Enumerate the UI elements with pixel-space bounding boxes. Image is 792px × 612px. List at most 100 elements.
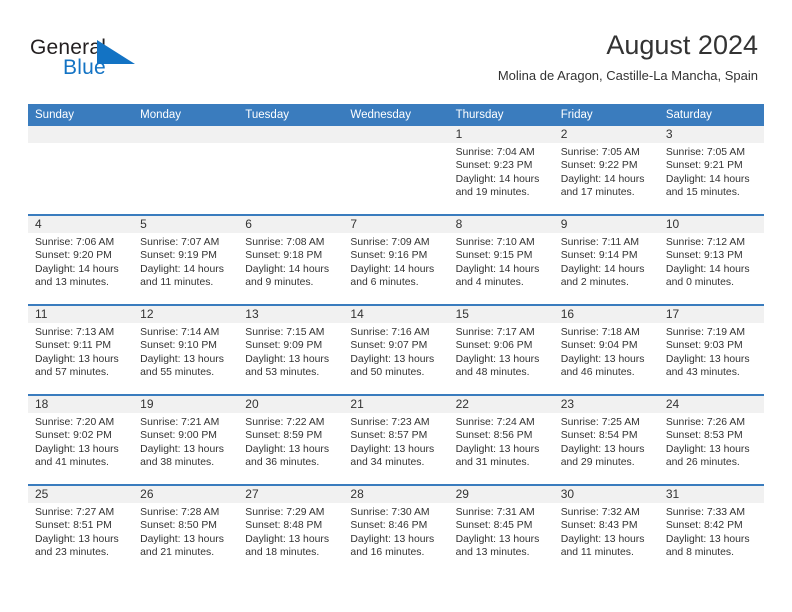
daylight-text: Daylight: 13 hours and 13 minutes. <box>455 533 540 559</box>
daylight-text: Daylight: 14 hours and 17 minutes. <box>560 173 645 199</box>
daylight-text: Daylight: 13 hours and 48 minutes. <box>455 353 540 379</box>
calendar-day-cell[interactable]: 10 Sunrise: 7:12 AM Sunset: 9:13 PM Dayligh… <box>658 216 764 304</box>
calendar-day-cell[interactable]: 13 Sunrise: 7:15 AM Sunset: 9:09 PM Dayligh… <box>238 306 344 394</box>
day-sun-info: Sunrise: 7:25 AM Sunset: 8:54 PM Daylight:… <box>554 413 659 470</box>
day-sun-info: Sunrise: 7:20 AM Sunset: 9:02 PM Daylight:… <box>28 413 133 470</box>
daylight-text: Daylight: 14 hours and 11 minutes. <box>140 263 224 289</box>
day-number: 8 <box>448 216 554 233</box>
day-number: 3 <box>658 126 764 143</box>
daylight-text: Daylight: 13 hours and 57 minutes. <box>35 353 119 379</box>
calendar-day-cell[interactable]: 19 Sunrise: 7:21 AM Sunset: 9:00 PM Dayligh… <box>133 396 239 484</box>
daylight-text: Daylight: 14 hours and 13 minutes. <box>35 263 119 289</box>
daylight-text: Daylight: 14 hours and 2 minutes. <box>560 263 645 289</box>
calendar-grid: Sunday Monday Tuesday Wednesday Thursday Frid… <box>28 104 764 574</box>
day-number: 22 <box>448 396 554 413</box>
day-number: 23 <box>553 396 659 413</box>
weekday-header-friday: Friday <box>560 109 593 121</box>
calendar-day-cell[interactable]: 25 Sunrise: 7:27 AM Sunset: 8:51 PM Dayligh… <box>28 486 134 574</box>
sunset-text: Sunset: 8:50 PM <box>140 520 217 532</box>
day-number <box>28 126 134 143</box>
day-number: 11 <box>28 306 134 323</box>
calendar-day-cell[interactable]: 30 Sunrise: 7:32 AM Sunset: 8:43 PM Dayligh… <box>553 486 659 574</box>
daylight-text: Daylight: 13 hours and 11 minutes. <box>560 533 645 559</box>
sunset-text: Sunset: 9:06 PM <box>455 340 533 352</box>
day-sun-info: Sunrise: 7:06 AM Sunset: 9:20 PM Daylight:… <box>28 233 133 290</box>
sunset-text: Sunset: 9:20 PM <box>35 250 112 262</box>
day-sun-info: Sunrise: 7:17 AM Sunset: 9:06 PM Daylight:… <box>449 323 554 380</box>
calendar-day-cell[interactable]: 22 Sunrise: 7:24 AM Sunset: 8:56 PM Dayligh… <box>448 396 554 484</box>
sunset-text: Sunset: 9:15 PM <box>455 250 533 262</box>
day-number: 26 <box>133 486 239 503</box>
calendar-day-cell[interactable]: 9 Sunrise: 7:11 AM Sunset: 9:14 PM Daylight… <box>553 216 659 304</box>
calendar-day-cell[interactable]: 12 Sunrise: 7:14 AM Sunset: 9:10 PM Dayligh… <box>133 306 239 394</box>
day-sun-info: Sunrise: 7:22 AM Sunset: 8:59 PM Daylight:… <box>238 413 343 470</box>
daylight-text: Daylight: 13 hours and 23 minutes. <box>35 533 119 559</box>
sunset-text: Sunset: 8:56 PM <box>455 430 533 442</box>
calendar-day-cell[interactable]: 15 Sunrise: 7:17 AM Sunset: 9:06 PM Dayligh… <box>448 306 554 394</box>
daylight-text: Daylight: 13 hours and 53 minutes. <box>245 353 330 379</box>
sunrise-text: Sunrise: 7:08 AM <box>245 237 325 248</box>
day-sun-info: Sunrise: 7:05 AM Sunset: 9:22 PM Daylight:… <box>554 143 659 200</box>
day-number: 12 <box>133 306 239 323</box>
day-number: 4 <box>28 216 134 233</box>
sunrise-text: Sunrise: 7:33 AM <box>665 507 745 518</box>
sunrise-text: Sunrise: 7:27 AM <box>35 507 115 518</box>
day-number: 21 <box>343 396 449 413</box>
sunrise-text: Sunrise: 7:09 AM <box>350 237 430 248</box>
day-sun-info: Sunrise: 7:23 AM Sunset: 8:57 PM Daylight:… <box>343 413 448 470</box>
calendar-day-cell[interactable]: 29 Sunrise: 7:31 AM Sunset: 8:45 PM Dayligh… <box>448 486 554 574</box>
sunrise-text: Sunrise: 7:22 AM <box>245 417 325 428</box>
daylight-text: Daylight: 13 hours and 21 minutes. <box>140 533 224 559</box>
day-number: 17 <box>658 306 764 323</box>
sunrise-text: Sunrise: 7:28 AM <box>140 507 220 518</box>
calendar-day-cell[interactable]: 7 Sunrise: 7:09 AM Sunset: 9:16 PM Daylight… <box>343 216 449 304</box>
calendar-day-cell[interactable]: 16 Sunrise: 7:18 AM Sunset: 9:04 PM Dayligh… <box>553 306 659 394</box>
calendar-day-cell[interactable]: 1 Sunrise: 7:04 AM Sunset: 9:23 PM Daylight… <box>448 126 554 214</box>
sunset-text: Sunset: 8:57 PM <box>350 430 428 442</box>
day-sun-info: Sunrise: 7:28 AM Sunset: 8:50 PM Daylight:… <box>133 503 238 560</box>
general-blue-logo[interactable]: General Blue <box>30 36 230 84</box>
sunset-text: Sunset: 8:46 PM <box>350 520 428 532</box>
sunset-text: Sunset: 9:09 PM <box>245 340 323 352</box>
calendar-day-cell[interactable]: 5 Sunrise: 7:07 AM Sunset: 9:19 PM Daylight… <box>133 216 239 304</box>
day-number: 27 <box>238 486 344 503</box>
day-sun-info: Sunrise: 7:11 AM Sunset: 9:14 PM Daylight:… <box>554 233 659 290</box>
calendar-day-cell[interactable]: 3 Sunrise: 7:05 AM Sunset: 9:21 PM Daylight… <box>658 126 764 214</box>
calendar-day-cell[interactable]: 27 Sunrise: 7:29 AM Sunset: 8:48 PM Dayligh… <box>238 486 344 574</box>
day-sun-info: Sunrise: 7:32 AM Sunset: 8:43 PM Daylight:… <box>554 503 659 560</box>
sunset-text: Sunset: 8:45 PM <box>455 520 533 532</box>
calendar-day-cell[interactable]: 24 Sunrise: 7:26 AM Sunset: 8:53 PM Dayligh… <box>658 396 764 484</box>
day-number <box>343 126 449 143</box>
calendar-week-row: 1 Sunrise: 7:04 AM Sunset: 9:23 PM Daylight… <box>28 126 764 214</box>
sunrise-text: Sunrise: 7:04 AM <box>455 147 535 158</box>
page-title: August 2024 <box>606 30 758 60</box>
calendar-day-cell[interactable]: 14 Sunrise: 7:16 AM Sunset: 9:07 PM Dayligh… <box>343 306 449 394</box>
calendar-day-cell[interactable]: 26 Sunrise: 7:28 AM Sunset: 8:50 PM Dayligh… <box>133 486 239 574</box>
calendar-day-cell[interactable]: 4 Sunrise: 7:06 AM Sunset: 9:20 PM Daylight… <box>28 216 134 304</box>
calendar-day-cell[interactable]: 28 Sunrise: 7:30 AM Sunset: 8:46 PM Dayligh… <box>343 486 449 574</box>
calendar-day-cell[interactable]: 20 Sunrise: 7:22 AM Sunset: 8:59 PM Dayligh… <box>238 396 344 484</box>
calendar-day-cell[interactable]: 17 Sunrise: 7:19 AM Sunset: 9:03 PM Dayligh… <box>658 306 764 394</box>
calendar-day-cell[interactable]: 2 Sunrise: 7:05 AM Sunset: 9:22 PM Daylight… <box>553 126 659 214</box>
sunrise-text: Sunrise: 7:32 AM <box>560 507 640 518</box>
day-number: 31 <box>658 486 764 503</box>
day-number: 5 <box>133 216 239 233</box>
sunset-text: Sunset: 9:16 PM <box>350 250 428 262</box>
calendar-day-cell[interactable]: 8 Sunrise: 7:10 AM Sunset: 9:15 PM Daylight… <box>448 216 554 304</box>
day-number: 1 <box>448 126 554 143</box>
calendar-day-cell[interactable]: 18 Sunrise: 7:20 AM Sunset: 9:02 PM Dayligh… <box>28 396 134 484</box>
daylight-text: Daylight: 13 hours and 38 minutes. <box>140 443 224 469</box>
daylight-text: Daylight: 14 hours and 0 minutes. <box>665 263 750 289</box>
calendar-day-cell[interactable]: 6 Sunrise: 7:08 AM Sunset: 9:18 PM Daylight… <box>238 216 344 304</box>
sunrise-text: Sunrise: 7:13 AM <box>35 327 115 338</box>
sunrise-text: Sunrise: 7:10 AM <box>455 237 535 248</box>
calendar-day-cell[interactable]: 21 Sunrise: 7:23 AM Sunset: 8:57 PM Dayligh… <box>343 396 449 484</box>
sunrise-text: Sunrise: 7:06 AM <box>35 237 115 248</box>
day-number: 24 <box>658 396 764 413</box>
calendar-day-cell[interactable]: 23 Sunrise: 7:25 AM Sunset: 8:54 PM Dayligh… <box>553 396 659 484</box>
calendar-day-cell[interactable]: 31 Sunrise: 7:33 AM Sunset: 8:42 PM Dayligh… <box>658 486 764 574</box>
calendar-day-cell[interactable]: 11 Sunrise: 7:13 AM Sunset: 9:11 PM Dayligh… <box>28 306 134 394</box>
daylight-text: Daylight: 13 hours and 46 minutes. <box>560 353 645 379</box>
sunset-text: Sunset: 8:51 PM <box>35 520 112 532</box>
daylight-text: Daylight: 14 hours and 6 minutes. <box>350 263 435 289</box>
